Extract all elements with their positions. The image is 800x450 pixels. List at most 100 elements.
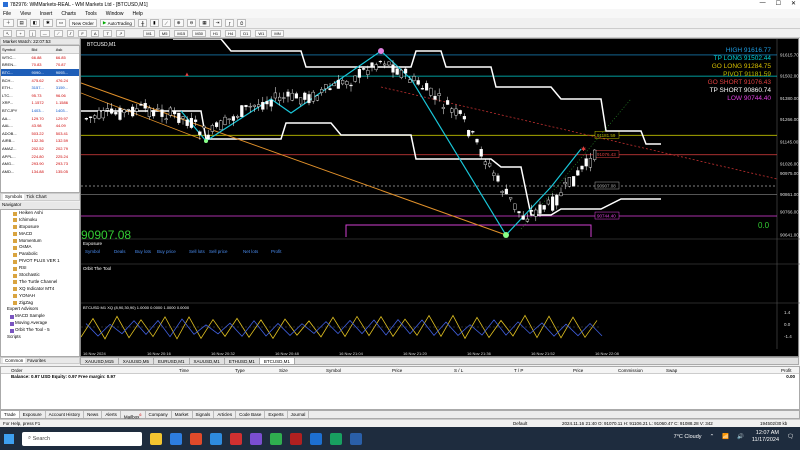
terminal-col-header[interactable]: Commission	[618, 368, 643, 373]
periods-button[interactable]: ⏱	[236, 19, 247, 27]
app-icon-green[interactable]	[270, 432, 282, 445]
navigator-expert-advisors-group[interactable]: Expert Advisors	[1, 306, 79, 313]
new-order-button[interactable]: New Order	[69, 19, 97, 27]
terminal-tab[interactable]: Trade	[1, 411, 20, 418]
file-explorer-icon[interactable]	[150, 432, 162, 445]
navigator-ea-item[interactable]: Moving Average	[1, 320, 79, 327]
market-watch-row[interactable]: ADOB... 503.22 503.41	[1, 130, 79, 138]
terminal-col-header[interactable]: Type	[235, 368, 245, 373]
terminal-col-header[interactable]: Order	[11, 368, 23, 373]
market-watch-row[interactable]: BTC... 9090... 9093...	[1, 68, 79, 77]
col-ask[interactable]: Ask	[54, 46, 79, 55]
app-icon-purple[interactable]	[250, 432, 262, 445]
label-tool[interactable]: T	[103, 29, 112, 37]
new-chart-button[interactable]: ＋	[3, 19, 14, 27]
menu-charts[interactable]: Charts	[61, 11, 76, 17]
zoom-in-button[interactable]: ⊕	[173, 19, 184, 27]
market-watch-row[interactable]: AMD... 134.88 135.05	[1, 168, 79, 176]
chrome-icon[interactable]	[190, 432, 202, 445]
timeframe-w1[interactable]: W1	[255, 29, 268, 37]
arrow-tool[interactable]: ↗	[115, 29, 126, 37]
navigator-indicator-item[interactable]: Momentum	[1, 238, 79, 245]
profiles-button[interactable]: ▤	[16, 19, 27, 27]
maximize-button[interactable]: ☐	[776, 0, 781, 7]
navigator-ea-item[interactable]: Orbit The Tool - 5	[1, 327, 79, 334]
notifications-icon[interactable]: 🗨	[787, 434, 794, 440]
market-watch-button[interactable]: ◧	[29, 19, 41, 27]
timeframe-m30[interactable]: M30	[192, 29, 206, 37]
terminal-col-header[interactable]: S / L	[454, 368, 463, 373]
market-watch-row[interactable]: ETH... 3157... 3159...	[1, 84, 79, 92]
windows-start-icon[interactable]	[4, 433, 14, 444]
market-watch-row[interactable]: AIRB... 132.36 132.59	[1, 137, 79, 145]
zoom-out-button[interactable]: ⊖	[186, 19, 197, 27]
terminal-tab[interactable]: Company	[146, 411, 172, 418]
price-chart[interactable]: BTCUSD,M1 0.0 91181.59 91076.43 90907.08 90…	[80, 38, 800, 358]
navigator-indicator-item[interactable]: iExposure	[1, 224, 79, 231]
chart-tab[interactable]: XAUUSD,M1	[190, 358, 225, 364]
terminal-button[interactable]: ▭	[55, 19, 67, 27]
terminal-tab[interactable]: Mailbox6	[121, 411, 146, 420]
terminal-tab[interactable]: Articles	[214, 411, 237, 418]
navigator-indicator-item[interactable]: RSI	[1, 265, 79, 272]
terminal-col-header[interactable]: Profit	[781, 368, 792, 373]
tab-favorites[interactable]: Favorites	[27, 358, 46, 363]
timeframe-h4[interactable]: H4	[225, 29, 237, 37]
bar-chart-button[interactable]: ╫	[137, 19, 148, 27]
trendline-tool[interactable]: ⟋	[53, 29, 63, 37]
terminal-tab[interactable]: Experts	[265, 411, 288, 418]
terminal-col-header[interactable]: Price	[573, 368, 583, 373]
menu-insert[interactable]: Insert	[40, 11, 53, 17]
autoscroll-button[interactable]: ⇥	[212, 19, 223, 27]
mail-icon[interactable]	[210, 432, 222, 445]
cursor-tool[interactable]: ↖	[3, 29, 13, 37]
terminal-col-header[interactable]: Swap	[666, 368, 677, 373]
navigator-indicator-item[interactable]: Stochastic	[1, 272, 79, 279]
terminal-tab[interactable]: Alerts	[102, 411, 121, 418]
fibo-tool[interactable]: F	[78, 29, 87, 37]
network-icon[interactable]: 📶	[722, 434, 729, 440]
market-watch-row[interactable]: AMAZ... 202.52 202.79	[1, 145, 79, 153]
navigator-scripts-group[interactable]: Scripts	[1, 334, 79, 341]
navigator-indicator-item[interactable]: Heiken Ashi	[1, 210, 79, 217]
navigator-indicator-item[interactable]: XQ Indicator MT4	[1, 286, 79, 293]
close-button[interactable]: ✕	[791, 0, 796, 7]
market-watch-row[interactable]: APPL... 224.80 225.24	[1, 152, 79, 160]
excel-icon[interactable]	[330, 432, 342, 445]
taskbar-search[interactable]: ⌕ Search	[22, 431, 142, 446]
timeframe-m1[interactable]: M1	[143, 29, 155, 37]
navigator-indicator-item[interactable]: ZigZag	[1, 300, 79, 307]
timeframe-m5[interactable]: M5	[158, 29, 171, 37]
indicators-button[interactable]: ƒ	[225, 19, 234, 27]
navigator-indicator-item[interactable]: Parabolic	[1, 251, 79, 258]
menu-view[interactable]: View	[20, 11, 31, 17]
terminal-col-header[interactable]: Symbol	[326, 368, 341, 373]
navigator-indicator-item[interactable]: YONAH	[1, 293, 79, 300]
chart-tab[interactable]: XAUUSD,M15	[81, 358, 119, 364]
navigator-indicator-item[interactable]: MACD	[1, 231, 79, 238]
navigator-button[interactable]: ✱	[43, 19, 53, 27]
terminal-tab[interactable]: Account History	[46, 411, 85, 418]
channel-tool[interactable]: ⫽	[66, 29, 75, 37]
weather-widget[interactable]: 7°C Cloudy	[674, 434, 702, 440]
market-watch-row[interactable]: XRP... 1.1572 1.1586	[1, 99, 79, 107]
market-watch-row[interactable]: WTIC... 66.88 66.85	[1, 54, 79, 62]
clock[interactable]: 12:07 AM 11/17/2024	[752, 430, 779, 444]
navigator-indicator-item[interactable]: The Turtle Channel	[1, 279, 79, 286]
pdf-icon[interactable]	[230, 432, 242, 445]
menu-window[interactable]: Window	[106, 11, 124, 17]
chart-tab[interactable]: XAUUSD,M5	[119, 358, 155, 364]
menu-file[interactable]: File	[3, 11, 11, 17]
terminal-col-header[interactable]: Size	[279, 368, 288, 373]
hline-tool[interactable]: —	[39, 29, 50, 37]
autotrading-button[interactable]: ▶ AutoTrading	[99, 19, 135, 27]
candle-chart-button[interactable]: ▮	[150, 19, 159, 27]
terminal-tab[interactable]: Code Base	[236, 411, 266, 418]
terminal-tab[interactable]: Journal	[288, 411, 310, 418]
navigator-ea-item[interactable]: MACD Sample	[1, 313, 79, 320]
tray-up-icon[interactable]: ⌃	[710, 434, 715, 440]
menu-help[interactable]: Help	[133, 11, 143, 17]
terminal-col-header[interactable]: T / P	[514, 368, 523, 373]
tab-common[interactable]: Common	[3, 358, 26, 363]
app-icon-red[interactable]	[290, 432, 302, 445]
